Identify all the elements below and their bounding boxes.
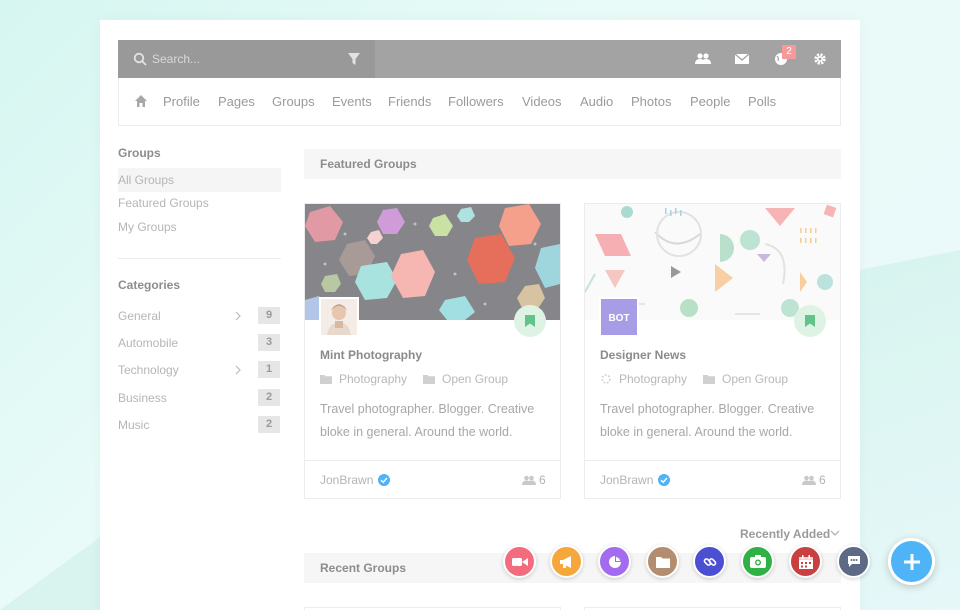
category-music[interactable]: Music <box>118 418 149 432</box>
nav-people[interactable]: People <box>690 94 730 109</box>
bookmark-icon <box>525 315 535 327</box>
nav-followers[interactable]: Followers <box>448 94 504 109</box>
verified-icon <box>378 474 390 486</box>
bookmark-button[interactable] <box>794 305 826 337</box>
friends-icon[interactable] <box>695 52 711 66</box>
calendar-icon <box>798 554 813 569</box>
mail-icon[interactable] <box>734 52 750 66</box>
member-count: 6 <box>539 473 546 487</box>
card-divider <box>585 460 840 461</box>
category-count: 2 <box>258 389 280 406</box>
group-avatar[interactable]: BOT <box>599 297 639 337</box>
create-video-button[interactable] <box>503 545 536 578</box>
avatar-text: BOT <box>608 313 629 324</box>
nav-polls[interactable]: Polls <box>748 94 776 109</box>
pie-chart-icon <box>608 555 621 568</box>
category-count: 3 <box>258 334 280 351</box>
camera-icon <box>749 555 766 568</box>
video-camera-icon <box>511 557 528 566</box>
members-icon <box>522 475 536 485</box>
filter-icon[interactable] <box>347 52 361 66</box>
nav-events[interactable]: Events <box>332 94 372 109</box>
create-link-button[interactable] <box>693 545 726 578</box>
nav-audio[interactable]: Audio <box>580 94 613 109</box>
category-general[interactable]: General <box>118 309 161 323</box>
category-automobile[interactable]: Automobile <box>118 336 178 350</box>
category-count: 2 <box>258 416 280 433</box>
group-privacy: Open Group <box>442 372 509 386</box>
group-title[interactable]: Mint Photography <box>320 348 422 362</box>
groups-heading: Groups <box>118 146 161 160</box>
nav-groups[interactable]: Groups <box>272 94 315 109</box>
create-folder-button[interactable] <box>646 545 679 578</box>
chat-bubble-icon <box>847 556 860 567</box>
bookmark-icon <box>805 315 815 327</box>
category-technology[interactable]: Technology <box>118 363 179 377</box>
group-category[interactable]: Photography <box>339 372 407 386</box>
nav-friends[interactable]: Friends <box>388 94 431 109</box>
profile-nav: Profile Pages Groups Events Friends Foll… <box>118 78 841 126</box>
main-panel: 2 Profile Pages Groups Events Friends Fo… <box>100 20 860 610</box>
create-announcement-button[interactable] <box>550 545 583 578</box>
create-event-button[interactable] <box>789 545 822 578</box>
chevron-right-icon[interactable] <box>234 365 242 375</box>
group-author[interactable]: JonBrawn <box>600 473 653 487</box>
categories-heading: Categories <box>118 278 181 292</box>
create-photo-button[interactable] <box>741 545 774 578</box>
create-post-button[interactable] <box>837 545 870 578</box>
megaphone-icon <box>559 555 571 568</box>
sort-dropdown[interactable]: Recently Added <box>740 527 830 541</box>
notification-badge: 2 <box>782 45 796 59</box>
nav-photos[interactable]: Photos <box>631 94 671 109</box>
member-count: 6 <box>819 473 826 487</box>
sidebar-link-my-groups[interactable]: My Groups <box>118 220 177 234</box>
group-description: Travel photographer. Blogger. Creative b… <box>320 402 535 439</box>
search-bar <box>118 40 375 78</box>
featured-groups-header: Featured Groups <box>304 149 841 179</box>
folder-icon <box>423 375 435 384</box>
home-icon[interactable] <box>134 94 148 108</box>
search-icon <box>133 52 147 66</box>
members-icon <box>802 475 816 485</box>
group-card[interactable]: Mint Photography Photography Open Group … <box>304 203 561 499</box>
group-avatar[interactable] <box>319 297 359 337</box>
category-count: 9 <box>258 307 280 324</box>
loading-spinner-icon <box>601 374 611 384</box>
group-card[interactable]: BOT Designer News Photography Open Group… <box>584 203 841 499</box>
group-author[interactable]: JonBrawn <box>320 473 373 487</box>
card-divider <box>305 460 560 461</box>
nav-profile[interactable]: Profile <box>163 94 200 109</box>
group-description: Travel photographer. Blogger. Creative b… <box>600 402 815 439</box>
sidebar-link-featured-groups[interactable]: Featured Groups <box>118 196 209 210</box>
folder-icon <box>320 375 332 384</box>
chevron-down-icon[interactable] <box>830 529 840 537</box>
group-privacy: Open Group <box>722 372 789 386</box>
sidebar-divider <box>118 258 281 259</box>
link-icon <box>703 557 716 566</box>
add-button[interactable] <box>888 538 935 585</box>
sidebar-link-all-groups[interactable]: All Groups <box>118 173 174 187</box>
nav-pages[interactable]: Pages <box>218 94 255 109</box>
chevron-right-icon[interactable] <box>234 311 242 321</box>
group-category[interactable]: Photography <box>619 372 687 386</box>
folder-icon <box>655 556 670 568</box>
settings-gear-icon[interactable] <box>812 52 828 66</box>
top-bar: 2 <box>118 40 841 78</box>
category-business[interactable]: Business <box>118 391 167 405</box>
nav-videos[interactable]: Videos <box>522 94 562 109</box>
category-count: 1 <box>258 361 280 378</box>
verified-icon <box>658 474 670 486</box>
search-input[interactable] <box>152 50 342 68</box>
plus-icon <box>903 553 920 570</box>
background-shape <box>0 530 110 610</box>
bookmark-button[interactable] <box>514 305 546 337</box>
folder-icon <box>703 375 715 384</box>
create-poll-button[interactable] <box>598 545 631 578</box>
group-title[interactable]: Designer News <box>600 348 686 362</box>
